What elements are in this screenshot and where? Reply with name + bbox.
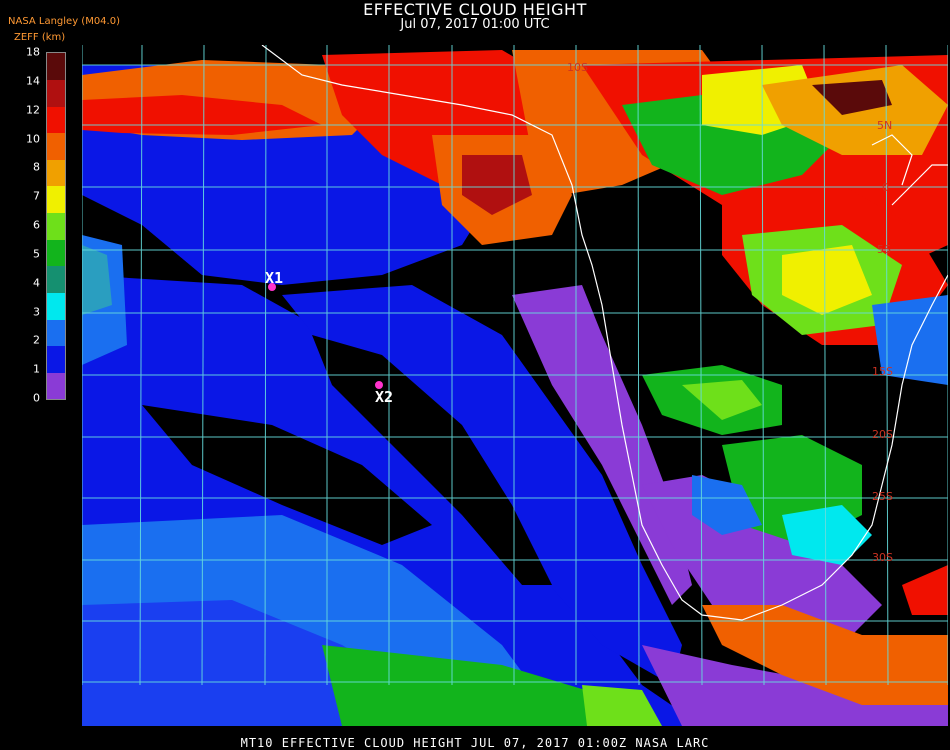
legend-swatch-8 bbox=[47, 159, 65, 187]
legend-tick-4: 4 bbox=[33, 276, 40, 290]
map-timestamp: Jul 07, 2017 01:00 UTC bbox=[400, 17, 550, 32]
legend-tick-6: 6 bbox=[33, 218, 40, 232]
legend-tick-0: 0 bbox=[33, 391, 40, 405]
legend-tick-1: 1 bbox=[33, 362, 40, 376]
legend-tick-12: 12 bbox=[26, 103, 40, 117]
units-label: ZEFF (km) bbox=[14, 32, 66, 43]
legend-swatch-0 bbox=[47, 372, 65, 400]
lat-label-30s: 30S bbox=[872, 551, 893, 564]
legend-swatch-1 bbox=[47, 345, 65, 373]
map-footer: MT10 EFFECTIVE CLOUD HEIGHT JUL 07, 2017… bbox=[240, 736, 710, 750]
lat-label-5n: 5N bbox=[877, 119, 892, 132]
legend-tick-5: 5 bbox=[33, 247, 40, 261]
legend-swatch-5 bbox=[47, 239, 65, 267]
lat-label-25s: 25S bbox=[872, 490, 893, 503]
lat-label-5s: 5S bbox=[877, 243, 891, 256]
legend-swatch-11 bbox=[47, 79, 65, 107]
lat-label-10s: 10S bbox=[567, 61, 588, 74]
legend-tick-14: 14 bbox=[26, 74, 40, 88]
legend-swatch-7 bbox=[47, 186, 65, 214]
legend-tick-3: 3 bbox=[33, 305, 40, 318]
legend-swatch-6 bbox=[47, 212, 65, 240]
legend-tick-10: 10 bbox=[26, 132, 40, 145]
legend-tick-7: 7 bbox=[33, 189, 40, 203]
legend-swatch-4 bbox=[47, 265, 65, 293]
marker-x2-label: X2 bbox=[375, 388, 393, 406]
legend-swatch-10 bbox=[47, 106, 65, 134]
legend-tick-8: 8 bbox=[33, 160, 40, 174]
satellite-map: 10S 15S 20S 25S 30S 5N 0 5S X1 X2 bbox=[82, 45, 948, 726]
lat-label-15s: 15S bbox=[872, 365, 893, 378]
legend-swatch-9 bbox=[47, 132, 65, 160]
legend-swatch-12 bbox=[47, 53, 65, 80]
legend-swatch-2 bbox=[47, 319, 65, 347]
legend-tick-2: 2 bbox=[33, 333, 40, 347]
legend-tick-18: 18 bbox=[26, 45, 40, 59]
marker-x1-label: X1 bbox=[265, 269, 283, 287]
lat-label-0: 0 bbox=[882, 181, 889, 194]
lat-label-20s: 20S bbox=[872, 428, 893, 441]
source-label: NASA Langley (M04.0) bbox=[8, 16, 120, 27]
legend-swatch-3 bbox=[47, 292, 65, 320]
color-legend bbox=[46, 52, 66, 400]
